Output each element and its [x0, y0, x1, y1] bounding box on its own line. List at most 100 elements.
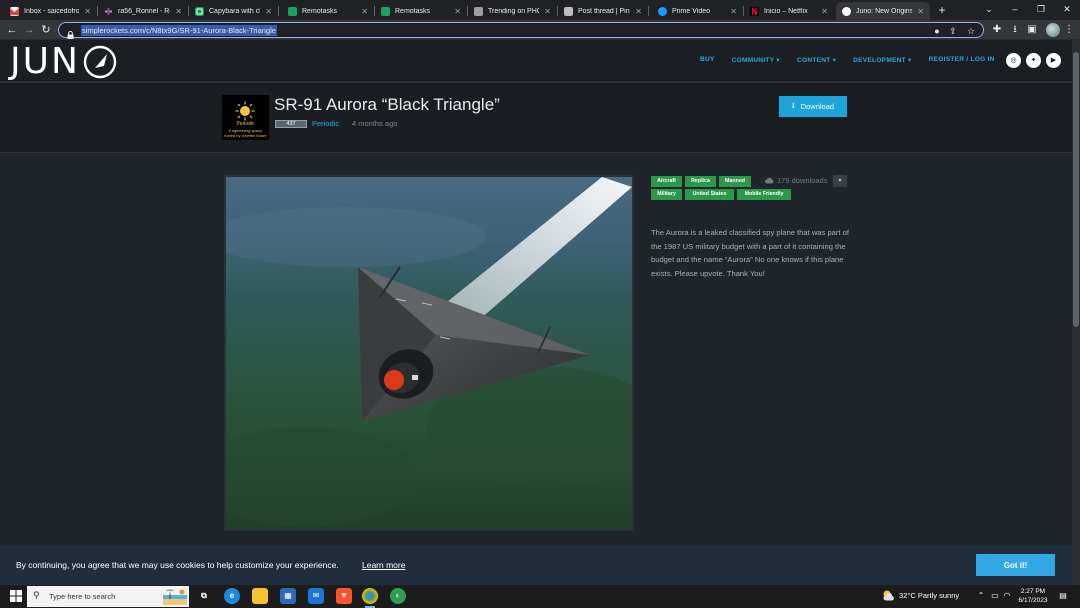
volume-icon[interactable]	[1003, 591, 1013, 601]
google-lens-icon[interactable]: ●	[931, 25, 943, 37]
tab-search-button[interactable]: ⌄	[976, 0, 1002, 20]
nav-community[interactable]: COMMUNITY ▾	[732, 56, 780, 64]
craft-screenshot[interactable]	[224, 175, 634, 531]
green-app-icon[interactable]: ◐	[390, 588, 406, 604]
tab-netflix[interactable]: Inicio – Netflix ✕	[744, 2, 834, 20]
search-icon: ⚲	[33, 590, 40, 600]
browser-tab-strip: Inbox - saicedofro ✕ ra56_Ronnel - Rem ✕…	[0, 0, 1080, 20]
close-tab-icon[interactable]: ✕	[265, 7, 272, 16]
tab-remotasks[interactable]: Remotasks ✕	[282, 2, 374, 20]
brave-icon[interactable]: ▼	[336, 588, 352, 604]
edge-icon[interactable]: e	[224, 588, 240, 604]
profile-avatar[interactable]	[1046, 23, 1060, 37]
twitter-icon[interactable]: ✦	[1026, 53, 1041, 68]
search-highlight-icon	[163, 589, 187, 605]
close-tab-icon[interactable]: ✕	[361, 7, 368, 16]
share-icon[interactable]: ⇪	[947, 25, 959, 37]
mail-icon[interactable]: ✉	[308, 588, 324, 604]
weather-widget[interactable]: 32°C Partly sunny	[882, 590, 959, 601]
download-options-dropdown[interactable]: ▾	[833, 175, 847, 187]
reload-button[interactable]: ↻	[38, 22, 54, 38]
microsoft-store-icon[interactable]: ▦	[280, 588, 296, 604]
close-tab-icon[interactable]: ✕	[175, 7, 182, 16]
sheets-icon	[195, 6, 204, 16]
tag-aircraft[interactable]: Aircraft	[651, 176, 682, 187]
main-nav: BUY COMMUNITY ▾ CONTENT ▾ DEVELOPMENT ▾ …	[700, 56, 1012, 64]
close-tab-icon[interactable]: ✕	[454, 7, 461, 16]
nav-development[interactable]: DEVELOPMENT ▾	[853, 56, 911, 64]
tab-title: Inbox - saicedofro	[24, 7, 80, 15]
tab-phcorner[interactable]: Trending on PHCo ✕	[468, 2, 557, 20]
task-view-icon[interactable]: ⧉	[196, 588, 212, 604]
tag-mobile-friendly[interactable]: Mobile Friendly	[737, 189, 791, 200]
tab-slack[interactable]: ra56_Ronnel - Rem ✕	[98, 2, 188, 20]
gmail-icon	[10, 6, 19, 16]
youtube-icon[interactable]: ▶	[1046, 53, 1061, 68]
download-button[interactable]: ⭳ Download	[779, 96, 847, 117]
chevron-up-icon[interactable]: ⌃	[976, 591, 986, 601]
taskbar-search[interactable]: ⚲ Type here to search	[27, 586, 189, 607]
tab-post-thread[interactable]: Post thread | Pinoy ✕	[558, 2, 648, 20]
tab-juno[interactable]: Juno: New Origins ✕	[836, 2, 930, 20]
juno-icon	[842, 6, 851, 16]
close-tab-icon[interactable]: ✕	[821, 7, 828, 16]
tab-inbox[interactable]: Inbox - saicedofro ✕	[4, 2, 97, 20]
windows-start-icon[interactable]	[10, 590, 22, 602]
tab-remotasks[interactable]: Remotasks ✕	[375, 2, 467, 20]
nav-buy[interactable]: BUY	[700, 56, 715, 64]
menu-kebab-icon[interactable]: ⋮	[1062, 23, 1076, 37]
minimize-button[interactable]: –	[1002, 0, 1028, 20]
rating-badge: 437	[275, 120, 307, 128]
chrome-icon[interactable]	[362, 588, 378, 608]
tab-title: Inicio – Netflix	[764, 7, 808, 15]
tab-title: Post thread | Pinoy	[578, 7, 630, 15]
close-tab-icon[interactable]: ✕	[917, 7, 924, 16]
system-clock[interactable]: 2:27 PM 6/17/2023	[1014, 587, 1052, 605]
tab-title: Remotasks	[302, 7, 338, 15]
address-bar[interactable]: simplerockets.com/c/N8tx9G/SR-91-Aurora-…	[58, 22, 984, 39]
battery-icon[interactable]: ▭	[990, 591, 1000, 601]
tab-sheets[interactable]: Capybara with cha ✕	[189, 2, 278, 20]
restore-button[interactable]: ❐	[1028, 0, 1054, 20]
tag-replica[interactable]: Replica	[685, 176, 716, 187]
url-text[interactable]: simplerockets.com/c/N8tx9G/SR-91-Aurora-…	[81, 25, 277, 36]
author-avatar[interactable]: Periodic Engineering spacy fueled by a b…	[222, 95, 269, 140]
download-icon[interactable]: ⭳	[1008, 23, 1022, 37]
learn-more-link[interactable]: Learn more	[362, 560, 405, 570]
windows-taskbar: ⚲ Type here to search ⧉ e ▦ ✉ ▼ ◐ 32°C P…	[0, 585, 1080, 608]
author-link[interactable]: Periodic	[312, 119, 339, 128]
lock-icon	[67, 26, 74, 39]
prime-video-icon	[658, 6, 667, 16]
close-tab-icon[interactable]: ✕	[635, 7, 642, 16]
logo-text: JUN	[10, 41, 80, 82]
nav-content[interactable]: CONTENT ▾	[797, 56, 836, 64]
bookmark-star-icon[interactable]: ☆	[965, 25, 977, 37]
page-title: SR-91 Aurora “Black Triangle”	[274, 95, 500, 114]
extensions-icon[interactable]: ✚	[990, 23, 1004, 37]
tag-military[interactable]: Military	[651, 189, 682, 200]
close-window-button[interactable]: ✕	[1054, 0, 1080, 20]
tag-manned[interactable]: Manned	[719, 176, 751, 187]
remotasks-icon	[381, 6, 390, 16]
back-button[interactable]: ←	[4, 22, 20, 38]
scrollbar-thumb[interactable]	[1073, 52, 1079, 327]
partly-sunny-icon	[883, 590, 894, 601]
forward-button[interactable]: →	[21, 22, 37, 38]
weather-text: 32°C Partly sunny	[899, 591, 960, 600]
instagram-icon[interactable]: ◎	[1006, 53, 1021, 68]
close-tab-icon[interactable]: ✕	[84, 7, 91, 16]
side-panel-icon[interactable]: ▣	[1025, 23, 1039, 37]
nav-register-login[interactable]: REGISTER / LOG IN	[929, 56, 995, 64]
juno-logo[interactable]: JUN	[10, 44, 118, 80]
new-tab-button[interactable]: +	[935, 2, 949, 18]
got-it-button[interactable]: Got it!	[976, 554, 1055, 576]
posted-date: 4 months ago	[352, 119, 398, 128]
close-tab-icon[interactable]: ✕	[730, 7, 737, 16]
notifications-icon[interactable]: ▤	[1058, 591, 1068, 601]
tag-united-states[interactable]: United States	[685, 189, 734, 200]
tab-prime-video[interactable]: Prime Video ✕	[652, 2, 743, 20]
page-scrollbar[interactable]	[1072, 40, 1080, 585]
cloud-download-icon	[765, 177, 774, 184]
close-tab-icon[interactable]: ✕	[544, 7, 551, 16]
file-explorer-icon[interactable]	[252, 588, 268, 604]
